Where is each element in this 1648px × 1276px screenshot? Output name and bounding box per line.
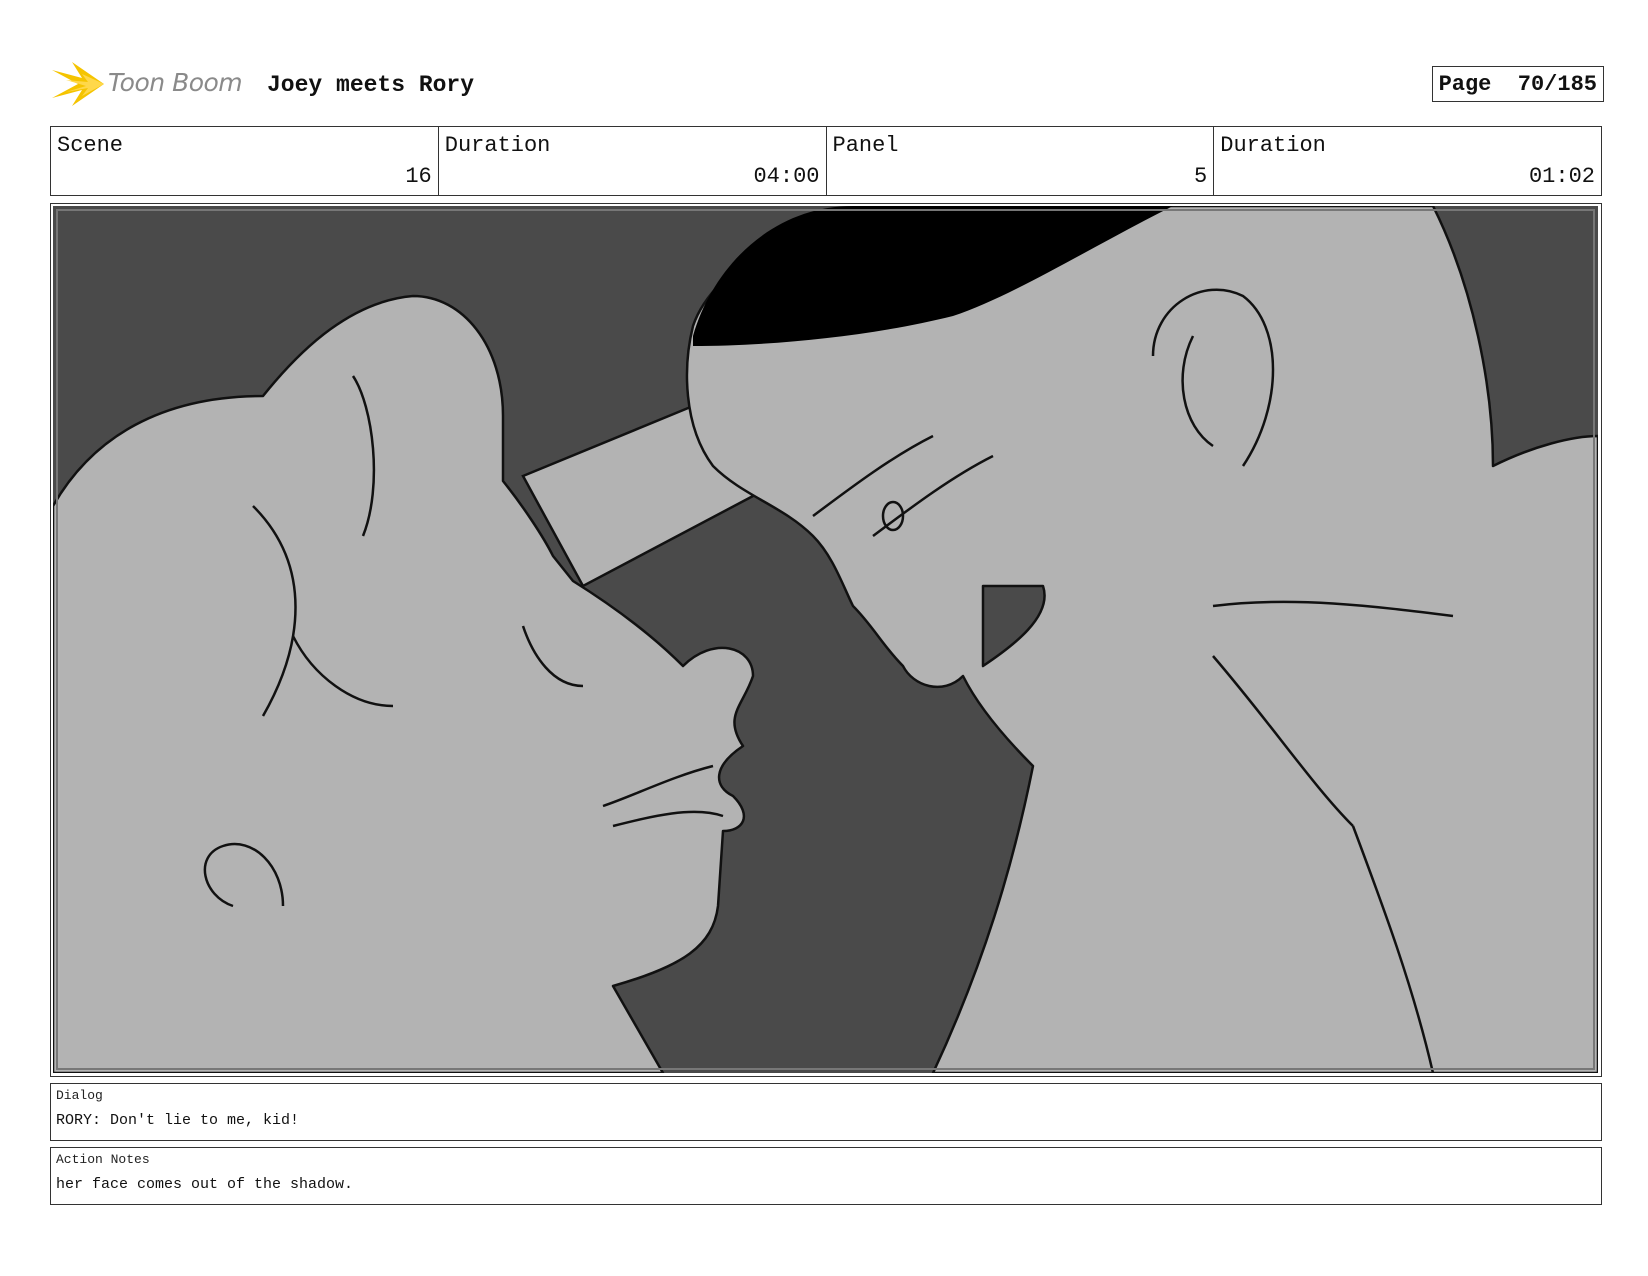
page-counter: Page 70/185 (1431, 66, 1604, 102)
dialog-box: Dialog RORY: Don't lie to me, kid! (50, 1083, 1602, 1141)
starburst-icon (52, 62, 104, 106)
scene-duration-value: 04:00 (753, 164, 820, 189)
scene-value: 16 (405, 164, 432, 189)
toon-boom-logo: Toon Boom (52, 58, 252, 110)
action-notes-text: her face comes out of the shadow. (56, 1176, 354, 1193)
scene-cell: Scene 16 (51, 127, 439, 195)
panel-drawing (53, 206, 1598, 1073)
action-notes-label: Action Notes (56, 1152, 150, 1167)
panel-value: 5 (1194, 164, 1208, 189)
project-title: Joey meets Rory (267, 72, 475, 98)
logo-wordmark: Toon Boom (108, 68, 243, 97)
dialog-label: Dialog (56, 1088, 103, 1103)
storyboard-header: Toon Boom Joey meets Rory Page 70/185 (52, 58, 1604, 110)
panel-duration-cell: Duration 01:02 (1214, 127, 1601, 195)
scene-duration-label: Duration (444, 133, 551, 158)
scene-label: Scene (57, 133, 124, 158)
scene-duration-cell: Duration 04:00 (439, 127, 827, 195)
storyboard-panel-frame (50, 203, 1602, 1077)
panel-duration-value: 01:02 (1528, 164, 1595, 189)
page-label: Page (1438, 72, 1492, 97)
panel-cell: Panel 5 (827, 127, 1215, 195)
panel-label: Panel (832, 133, 899, 158)
page-value: 70/185 (1517, 72, 1597, 97)
dialog-text: RORY: Don't lie to me, kid! (56, 1112, 300, 1129)
panel-duration-label: Duration (1220, 133, 1326, 158)
scene-info-row: Scene 16 Duration 04:00 Panel 5 Duration… (50, 126, 1602, 196)
action-notes-box: Action Notes her face comes out of the s… (50, 1147, 1602, 1205)
